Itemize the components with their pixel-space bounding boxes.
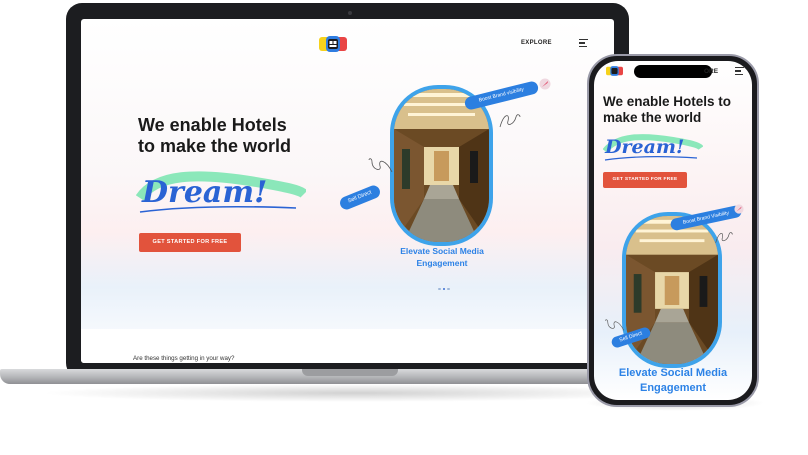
showcase-caption-line1: Elevate Social Media bbox=[400, 246, 484, 256]
hotel-corridor-image bbox=[622, 212, 722, 368]
showcase-caption-line1: Elevate Social Media bbox=[618, 367, 728, 379]
hero-headline-line1: We enable Hotels bbox=[138, 115, 287, 135]
menu-icon[interactable] bbox=[735, 67, 744, 77]
hero-headline: We enable Hotels to make the world bbox=[138, 115, 328, 157]
hero-headline-line2: to make the world bbox=[138, 136, 292, 156]
nav-explore-link[interactable]: ORE bbox=[704, 68, 718, 75]
showcase-caption: Elevate Social Media Engagement bbox=[387, 245, 497, 269]
laptop-screen: EXPLORE We enable Hotels to make the wor… bbox=[81, 19, 614, 363]
laptop-base-notch bbox=[302, 369, 398, 376]
carousel-dots[interactable] bbox=[438, 277, 452, 295]
dream-script: Dream! bbox=[603, 134, 703, 161]
logo-icon[interactable] bbox=[606, 65, 623, 77]
showcase-caption: Elevate Social Media Engagement bbox=[594, 366, 752, 396]
rocket-icon bbox=[539, 78, 551, 90]
laptop-shadow bbox=[40, 384, 670, 402]
phone-screen: ORE We enable Hotels to make the world D… bbox=[594, 61, 752, 400]
dynamic-island bbox=[634, 65, 712, 78]
dream-word: Dream! bbox=[141, 175, 267, 210]
carousel-dot[interactable] bbox=[447, 287, 450, 290]
menu-icon[interactable] bbox=[579, 39, 588, 49]
swirl-icon bbox=[605, 319, 625, 331]
carousel-dot-active[interactable] bbox=[442, 287, 445, 290]
hero-headline-line1: We enable Hotels to bbox=[603, 94, 732, 109]
get-started-button[interactable]: GET STARTED FOR FREE bbox=[603, 172, 687, 188]
showcase-caption-line2: Engagement bbox=[639, 382, 706, 394]
section-question: Are these things getting in your way? bbox=[133, 355, 235, 362]
dream-word: Dream! bbox=[604, 136, 684, 158]
hotel-corridor-image bbox=[390, 85, 493, 246]
swirl-icon bbox=[368, 158, 393, 173]
carousel-dot[interactable] bbox=[438, 287, 441, 290]
hero-headline: We enable Hotels to make the world bbox=[603, 94, 748, 126]
swirl-icon bbox=[499, 114, 521, 128]
showcase-caption-line2: Engagement bbox=[416, 258, 468, 268]
laptop-camera bbox=[348, 11, 352, 15]
swirl-icon bbox=[715, 232, 733, 243]
nav-explore-link[interactable]: EXPLORE bbox=[521, 40, 552, 46]
sell-direct-tag: Sell Direct bbox=[338, 183, 382, 212]
logo-icon[interactable] bbox=[319, 35, 347, 53]
get-started-button[interactable]: GET STARTED FOR FREE bbox=[139, 233, 241, 252]
boost-visibility-tag: Boost Brand visibility bbox=[463, 80, 540, 111]
dream-script: Dream! bbox=[136, 171, 306, 213]
rocket-icon bbox=[734, 204, 744, 214]
hero-headline-line2: make the world bbox=[603, 110, 702, 125]
